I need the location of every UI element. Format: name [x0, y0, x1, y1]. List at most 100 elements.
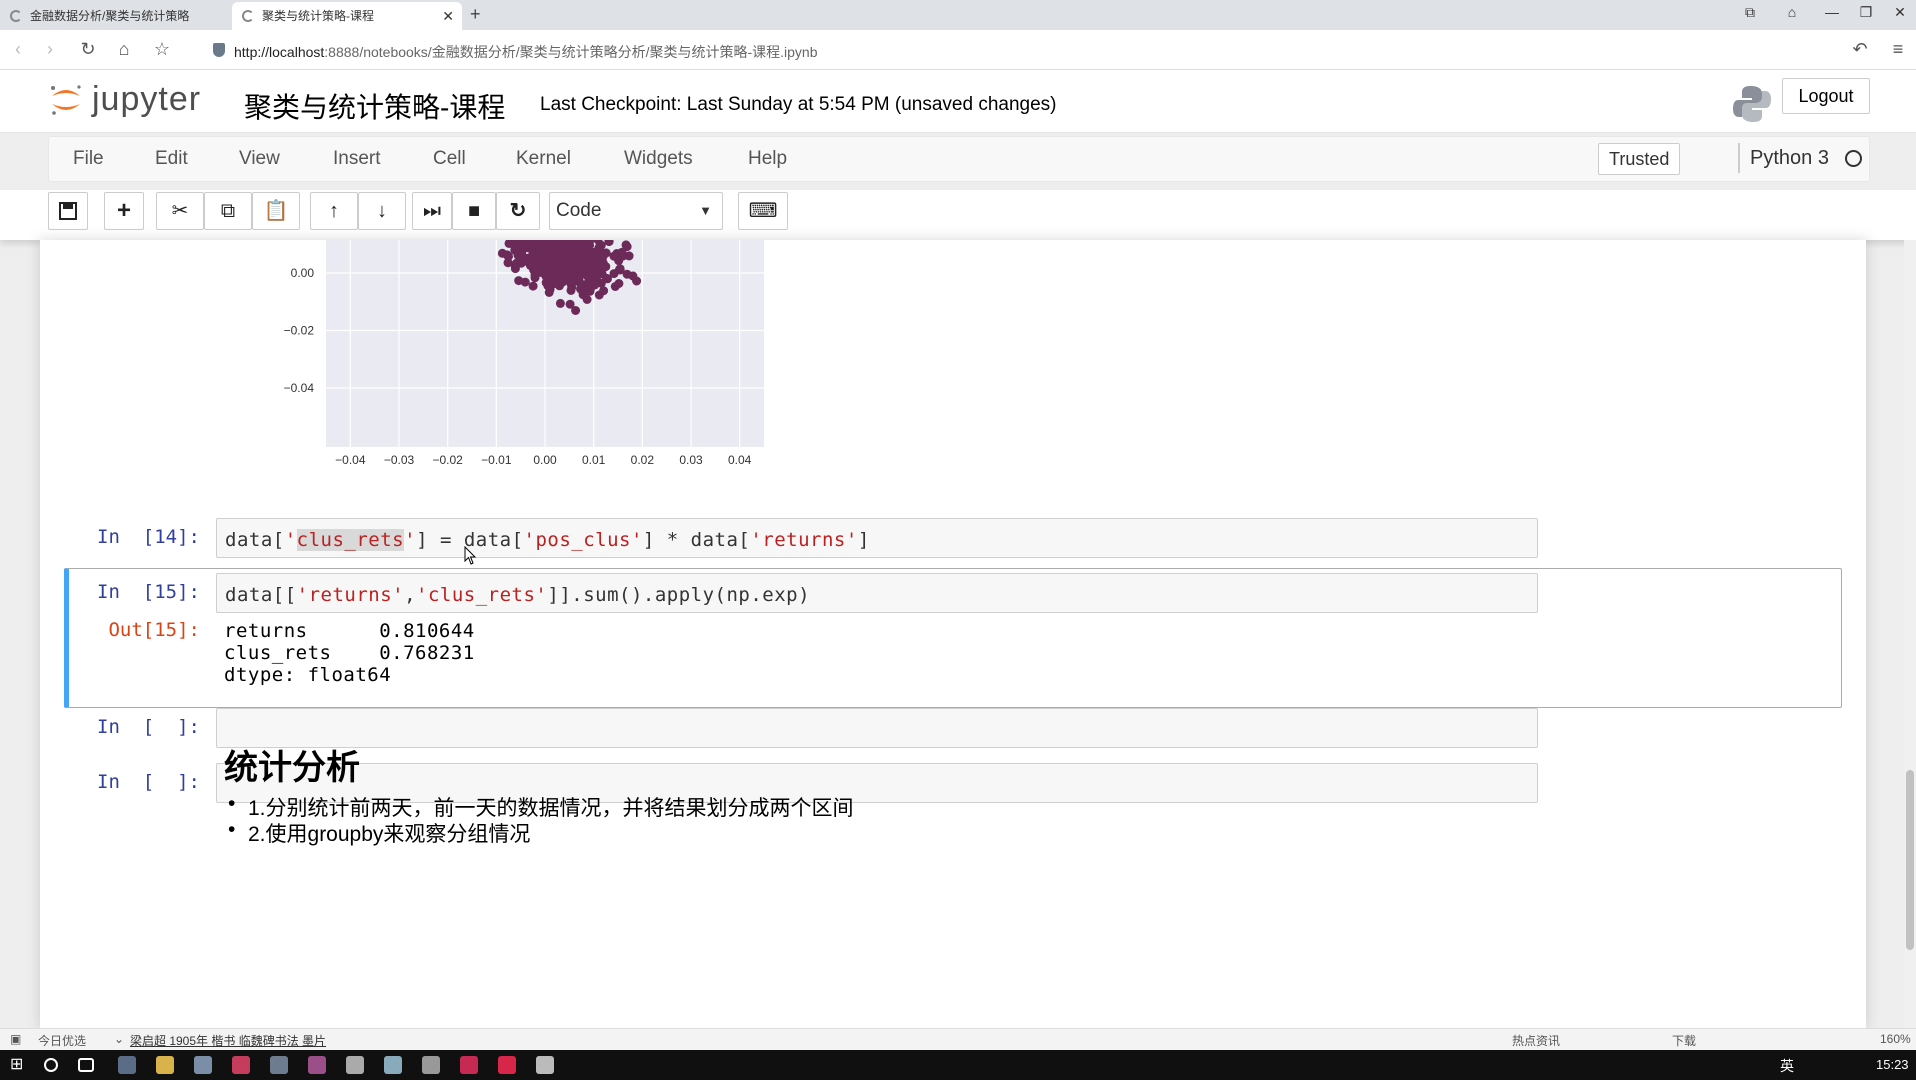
windows-taskbar: ⊞ 英 15:23 [0, 1050, 1916, 1080]
command-palette-button[interactable]: ⌨ [738, 192, 788, 230]
url-field[interactable]: http://localhost:8888/notebooks/金融数据分析/聚… [234, 42, 818, 62]
copy-cell-button[interactable]: ⧉ [204, 192, 252, 230]
page-scrollbar-thumb[interactable] [1906, 770, 1914, 950]
menu-view[interactable]: View [239, 148, 280, 170]
zoom-level[interactable]: 160% [1880, 1032, 1911, 1046]
home-icon[interactable]: ⌂ [112, 39, 136, 60]
insert-cell-button[interactable]: + [104, 192, 144, 230]
undo-icon[interactable]: ↶ [1848, 39, 1872, 60]
scatter-point [549, 270, 559, 280]
shirt-skin-icon[interactable]: ⌂ [1776, 4, 1808, 20]
browser-menu-icon[interactable]: ≡ [1886, 39, 1910, 60]
hot-news-link[interactable]: 热点资讯 [1512, 1032, 1560, 1049]
scatter-point [511, 258, 521, 268]
trusted-indicator[interactable]: Trusted [1598, 143, 1681, 175]
browser-app-icon[interactable] [118, 1056, 136, 1074]
restart-button[interactable]: ↻ [496, 192, 540, 230]
arrow-up-icon: ↑ [329, 200, 339, 222]
taskbar-clock[interactable]: 15:23 [1876, 1057, 1909, 1072]
keyboard-icon: ⌨ [748, 200, 778, 222]
scatter-point [571, 306, 581, 315]
forward-icon[interactable]: › [38, 39, 62, 60]
cut-cell-button[interactable]: ✂ [156, 192, 204, 230]
code-selected-token: clus_rets [296, 529, 405, 551]
cell-15-input[interactable]: data[['returns','clus_rets']].sum().appl… [216, 573, 1538, 613]
arrow-down-icon: ↓ [377, 200, 387, 222]
menu-widgets[interactable]: Widgets [624, 148, 693, 170]
move-up-button[interactable]: ↑ [310, 192, 358, 230]
browser-tab-0[interactable]: 金融数据分析/聚类与统计策略分 [0, 2, 190, 30]
windows-start-icon[interactable]: ⊞ [10, 1054, 28, 1073]
markdown-list-item: 2.使用groupby来观察分组情况 [228, 818, 530, 848]
scatter-point [514, 276, 524, 286]
cell-15-output-line-2: dtype: float64 [224, 664, 392, 686]
move-down-button[interactable]: ↓ [358, 192, 406, 230]
cell-14-code[interactable]: data['clus_rets'] = data['pos_clus'] * d… [225, 529, 870, 551]
app-icon[interactable] [308, 1056, 326, 1074]
menu-edit[interactable]: Edit [155, 148, 188, 170]
y-tick-label: −0.02 [284, 324, 315, 338]
paste-cell-button[interactable]: 📋 [252, 192, 300, 230]
save-button[interactable] [48, 192, 88, 230]
browser-tab-1[interactable]: 聚类与统计策略-课程 ✕ [232, 2, 462, 30]
app-icon[interactable] [460, 1056, 478, 1074]
app-icon[interactable] [270, 1056, 288, 1074]
menu-kernel[interactable]: Kernel [516, 148, 571, 170]
code-token: ] [857, 529, 870, 551]
x-tick-label: 0.03 [679, 453, 703, 467]
scatter-point [561, 273, 571, 283]
jupyter-wordmark[interactable]: jupyter [92, 80, 201, 119]
task-view-icon[interactable] [78, 1058, 94, 1072]
scatter-point [531, 244, 540, 254]
download-link[interactable]: 下载 [1672, 1032, 1696, 1049]
jupyter-logo-icon[interactable] [48, 82, 84, 118]
menu-insert[interactable]: Insert [333, 148, 381, 170]
browser-tab-1-title: 聚类与统计策略-课程 [262, 9, 374, 23]
app-icon[interactable] [498, 1056, 516, 1074]
folder-app-icon[interactable] [156, 1056, 174, 1074]
close-window-icon[interactable]: ✕ [1884, 4, 1916, 21]
gift-icon[interactable]: ▣ [10, 1032, 21, 1046]
scatter-point [576, 246, 585, 256]
minimize-icon[interactable]: — [1816, 4, 1848, 20]
notebook-name[interactable]: 聚类与统计策略-课程 [244, 86, 505, 126]
interrupt-button[interactable]: ■ [452, 192, 496, 230]
kernel-separator [1738, 143, 1740, 173]
chevron-down-icon: ⌄ [114, 1032, 125, 1046]
browser-tab-bar: 金融数据分析/聚类与统计策略分 聚类与统计策略-课程 ✕ + ⧉ ⌂ — ❐ ✕ [0, 0, 1916, 30]
app-icon[interactable] [194, 1056, 212, 1074]
restore-icon[interactable]: ❐ [1850, 4, 1882, 21]
run-button[interactable]: ⏭ [412, 192, 452, 230]
menu-cell[interactable]: Cell [433, 148, 466, 170]
search-icon[interactable] [44, 1058, 58, 1072]
reload-icon[interactable]: ↻ [76, 39, 100, 60]
refresh-icon: ↻ [509, 200, 527, 222]
app-icon[interactable] [232, 1056, 250, 1074]
ime-indicator[interactable]: 英 [1780, 1056, 1794, 1076]
back-icon[interactable]: ‹ [6, 39, 30, 60]
menu-file[interactable]: File [73, 148, 104, 170]
tab-list-icon[interactable]: ⧉ [1734, 4, 1766, 21]
stop-icon: ■ [467, 200, 481, 222]
loading-spinner-icon [10, 10, 22, 22]
menu-help[interactable]: Help [748, 148, 787, 170]
loading-spinner-icon [242, 10, 254, 22]
logout-button[interactable]: Logout [1782, 78, 1870, 114]
status-left-label[interactable]: 今日优选 [38, 1032, 86, 1049]
cell-14-input[interactable]: data['clus_rets'] = data['pos_clus'] * d… [216, 518, 1538, 558]
app-icon[interactable] [422, 1056, 440, 1074]
scatter-point [567, 260, 577, 270]
cell-15-code[interactable]: data[['returns','clus_rets']].sum().appl… [225, 584, 810, 606]
scatter-point [585, 286, 595, 296]
cell-type-select[interactable]: Code ▼ [549, 192, 723, 230]
scatter-point [628, 271, 638, 281]
news-link[interactable]: 梁启超 1905年 楷书 临魏碑书法 墨片 [130, 1032, 326, 1049]
app-icon[interactable] [384, 1056, 402, 1074]
app-icon[interactable] [536, 1056, 554, 1074]
close-tab-icon[interactable]: ✕ [442, 2, 454, 30]
bookmark-star-icon[interactable]: ☆ [150, 39, 174, 60]
empty-cell-1-input[interactable] [216, 708, 1538, 748]
save-icon [59, 202, 77, 220]
new-tab-button[interactable]: + [470, 4, 481, 25]
app-icon[interactable] [346, 1056, 364, 1074]
